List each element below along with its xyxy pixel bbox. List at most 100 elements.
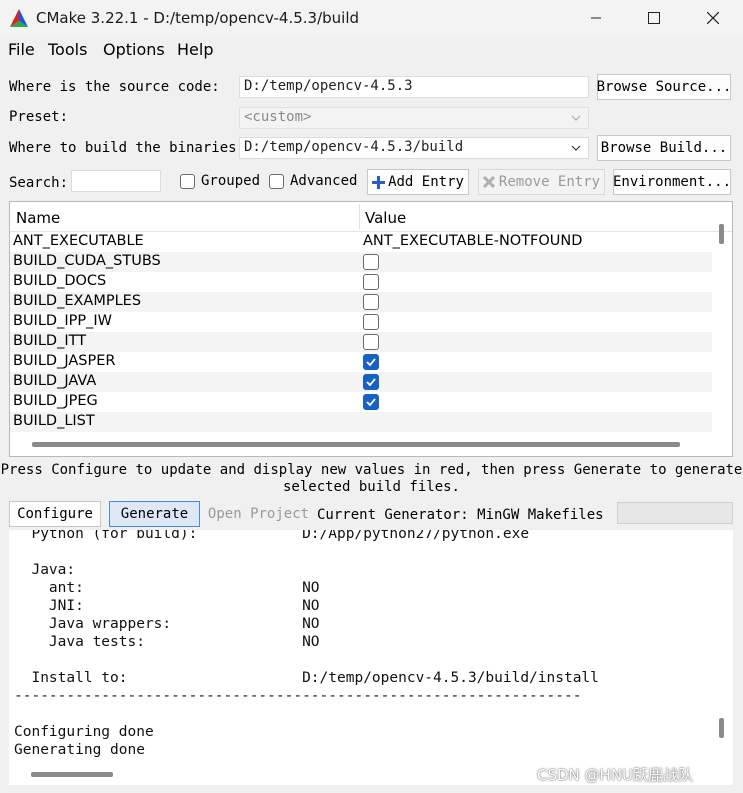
table-row[interactable]: BUILD_EXAMPLES <box>10 292 712 312</box>
output-vertical-scrollbar[interactable] <box>719 718 724 738</box>
binaries-label: Where to build the binaries: <box>9 140 246 156</box>
row-name: BUILD_IPP_IW <box>13 313 112 329</box>
output-line: JNI: NO <box>14 598 320 614</box>
checkbox-unchecked[interactable] <box>363 314 379 330</box>
row-name: BUILD_ITT <box>13 333 87 349</box>
menu-file[interactable]: File <box>8 40 35 59</box>
checkbox-unchecked[interactable] <box>363 334 379 350</box>
row-name: BUILD_JAVA <box>13 373 97 389</box>
remove-entry-label: Remove Entry <box>498 174 601 190</box>
table-row[interactable]: BUILD_CUDA_STUBS <box>10 252 712 272</box>
output-line: Java tests: NO <box>14 634 320 650</box>
chevron-down-icon <box>571 115 581 121</box>
maximize-icon <box>648 12 660 24</box>
menu-options[interactable]: Options <box>103 40 165 59</box>
advanced-checkbox-box[interactable] <box>269 173 284 189</box>
grouped-label: Grouped <box>201 173 261 189</box>
generate-button[interactable]: Generate <box>109 501 200 527</box>
checkbox-checked[interactable] <box>363 394 379 410</box>
advanced-label: Advanced <box>290 173 358 189</box>
checkbox-checked[interactable] <box>363 354 379 370</box>
window-title: CMake 3.22.1 - D:/temp/opencv-4.5.3/buil… <box>36 9 360 27</box>
output-line: Install to: D:/temp/opencv-4.5.3/build/i… <box>14 670 599 686</box>
browse-source-button[interactable]: Browse Source... <box>597 74 731 100</box>
source-path-input[interactable]: D:/temp/opencv-4.5.3 <box>239 76 589 98</box>
output-line: Java wrappers: NO <box>14 616 320 632</box>
binaries-path-value: D:/temp/opencv-4.5.3/build <box>244 139 464 155</box>
output-line: ant: NO <box>14 580 320 596</box>
search-label: Search: <box>9 175 69 191</box>
cmake-logo-icon <box>10 9 28 27</box>
table-row[interactable]: BUILD_DOCS <box>10 272 712 292</box>
table-horizontal-scrollbar[interactable] <box>32 442 680 447</box>
table-vertical-scrollbar[interactable] <box>719 224 724 244</box>
info-line-2: selected build files. <box>282 479 460 495</box>
checkbox-unchecked[interactable] <box>363 254 379 270</box>
browse-build-button[interactable]: Browse Build... <box>597 135 731 161</box>
row-name: ANT_EXECUTABLE <box>13 233 144 249</box>
table-row[interactable]: BUILD_LIST <box>10 412 712 432</box>
output-line: ----------------------------------------… <box>14 688 582 704</box>
minimize-button[interactable] <box>567 0 625 36</box>
menu-help[interactable]: Help <box>177 40 213 59</box>
output-line: Configuring done <box>14 724 154 740</box>
output-line: Generating done <box>14 742 145 758</box>
add-entry-button[interactable]: Add Entry <box>367 169 469 195</box>
progress-bar <box>617 502 733 524</box>
column-header-value[interactable]: Value <box>365 209 406 227</box>
check-icon <box>366 398 376 407</box>
remove-entry-button[interactable]: Remove Entry <box>478 169 605 195</box>
environment-button[interactable]: Environment... <box>613 169 731 195</box>
preset-label: Preset: <box>9 109 69 125</box>
column-divider <box>359 204 360 230</box>
row-name: BUILD_DOCS <box>13 273 107 289</box>
output-horizontal-scrollbar[interactable] <box>31 772 113 777</box>
remove-icon <box>482 176 495 188</box>
preset-select: <custom> <box>239 107 589 129</box>
open-project-button[interactable]: Open Project <box>208 501 309 527</box>
table-row[interactable]: BUILD_ITT <box>10 332 712 352</box>
table-rows: ANT_EXECUTABLE ANT_EXECUTABLE-NOTFOUND BUI… <box>10 232 712 432</box>
row-name: BUILD_EXAMPLES <box>13 293 142 309</box>
row-name: BUILD_JASPER <box>13 353 116 369</box>
grouped-checkbox[interactable]: Grouped <box>180 173 260 189</box>
menu-tools[interactable]: Tools <box>48 40 87 59</box>
info-line-1: Press Configure to update and display ne… <box>0 462 743 478</box>
output-log[interactable]: Python (for build): D:/App/python27/pyth… <box>9 530 733 785</box>
close-icon <box>707 12 719 24</box>
plus-icon <box>372 175 386 189</box>
close-button[interactable] <box>684 0 742 36</box>
row-name: BUILD_CUDA_STUBS <box>13 253 161 269</box>
table-header: Name Value <box>10 202 732 232</box>
checkbox-unchecked[interactable] <box>363 294 379 310</box>
search-input[interactable] <box>71 170 161 192</box>
minimize-icon <box>591 17 601 19</box>
table-row[interactable]: BUILD_JASPER <box>10 352 712 372</box>
column-header-name[interactable]: Name <box>16 209 60 227</box>
title-bar: CMake 3.22.1 - D:/temp/opencv-4.5.3/buil… <box>0 0 743 36</box>
current-generator-label: Current Generator: MinGW Makefiles <box>317 507 604 523</box>
advanced-checkbox[interactable]: Advanced <box>269 173 357 189</box>
table-row[interactable]: BUILD_IPP_IW <box>10 312 712 332</box>
table-row[interactable]: BUILD_JAVA <box>10 372 712 392</box>
row-name: BUILD_JPEG <box>13 393 98 409</box>
table-row[interactable]: ANT_EXECUTABLE ANT_EXECUTABLE-NOTFOUND <box>10 232 712 252</box>
preset-value: <custom> <box>244 109 312 125</box>
watermark: CSDN @HNU跃鹿战队 <box>537 766 694 784</box>
chevron-down-icon[interactable] <box>570 142 582 154</box>
cache-table[interactable]: Name Value ANT_EXECUTABLE ANT_EXECUTABLE-… <box>9 201 733 457</box>
configure-button[interactable]: Configure <box>9 501 101 527</box>
row-name: BUILD_LIST <box>13 413 95 429</box>
grouped-checkbox-box[interactable] <box>180 173 195 189</box>
checkbox-checked[interactable] <box>363 374 379 390</box>
checkbox-unchecked[interactable] <box>363 274 379 290</box>
output-line: Java: <box>14 562 76 578</box>
check-icon <box>366 378 376 387</box>
output-line: Python (for build): D:/App/python27/pyth… <box>14 530 530 542</box>
binaries-path-combo[interactable]: D:/temp/opencv-4.5.3/build <box>239 137 589 159</box>
menu-bar: File Tools Options Help <box>0 38 743 62</box>
row-value[interactable]: ANT_EXECUTABLE-NOTFOUND <box>363 233 582 249</box>
maximize-button[interactable] <box>625 0 683 36</box>
table-row[interactable]: BUILD_JPEG <box>10 392 712 412</box>
info-message: Press Configure to update and display ne… <box>0 462 743 496</box>
